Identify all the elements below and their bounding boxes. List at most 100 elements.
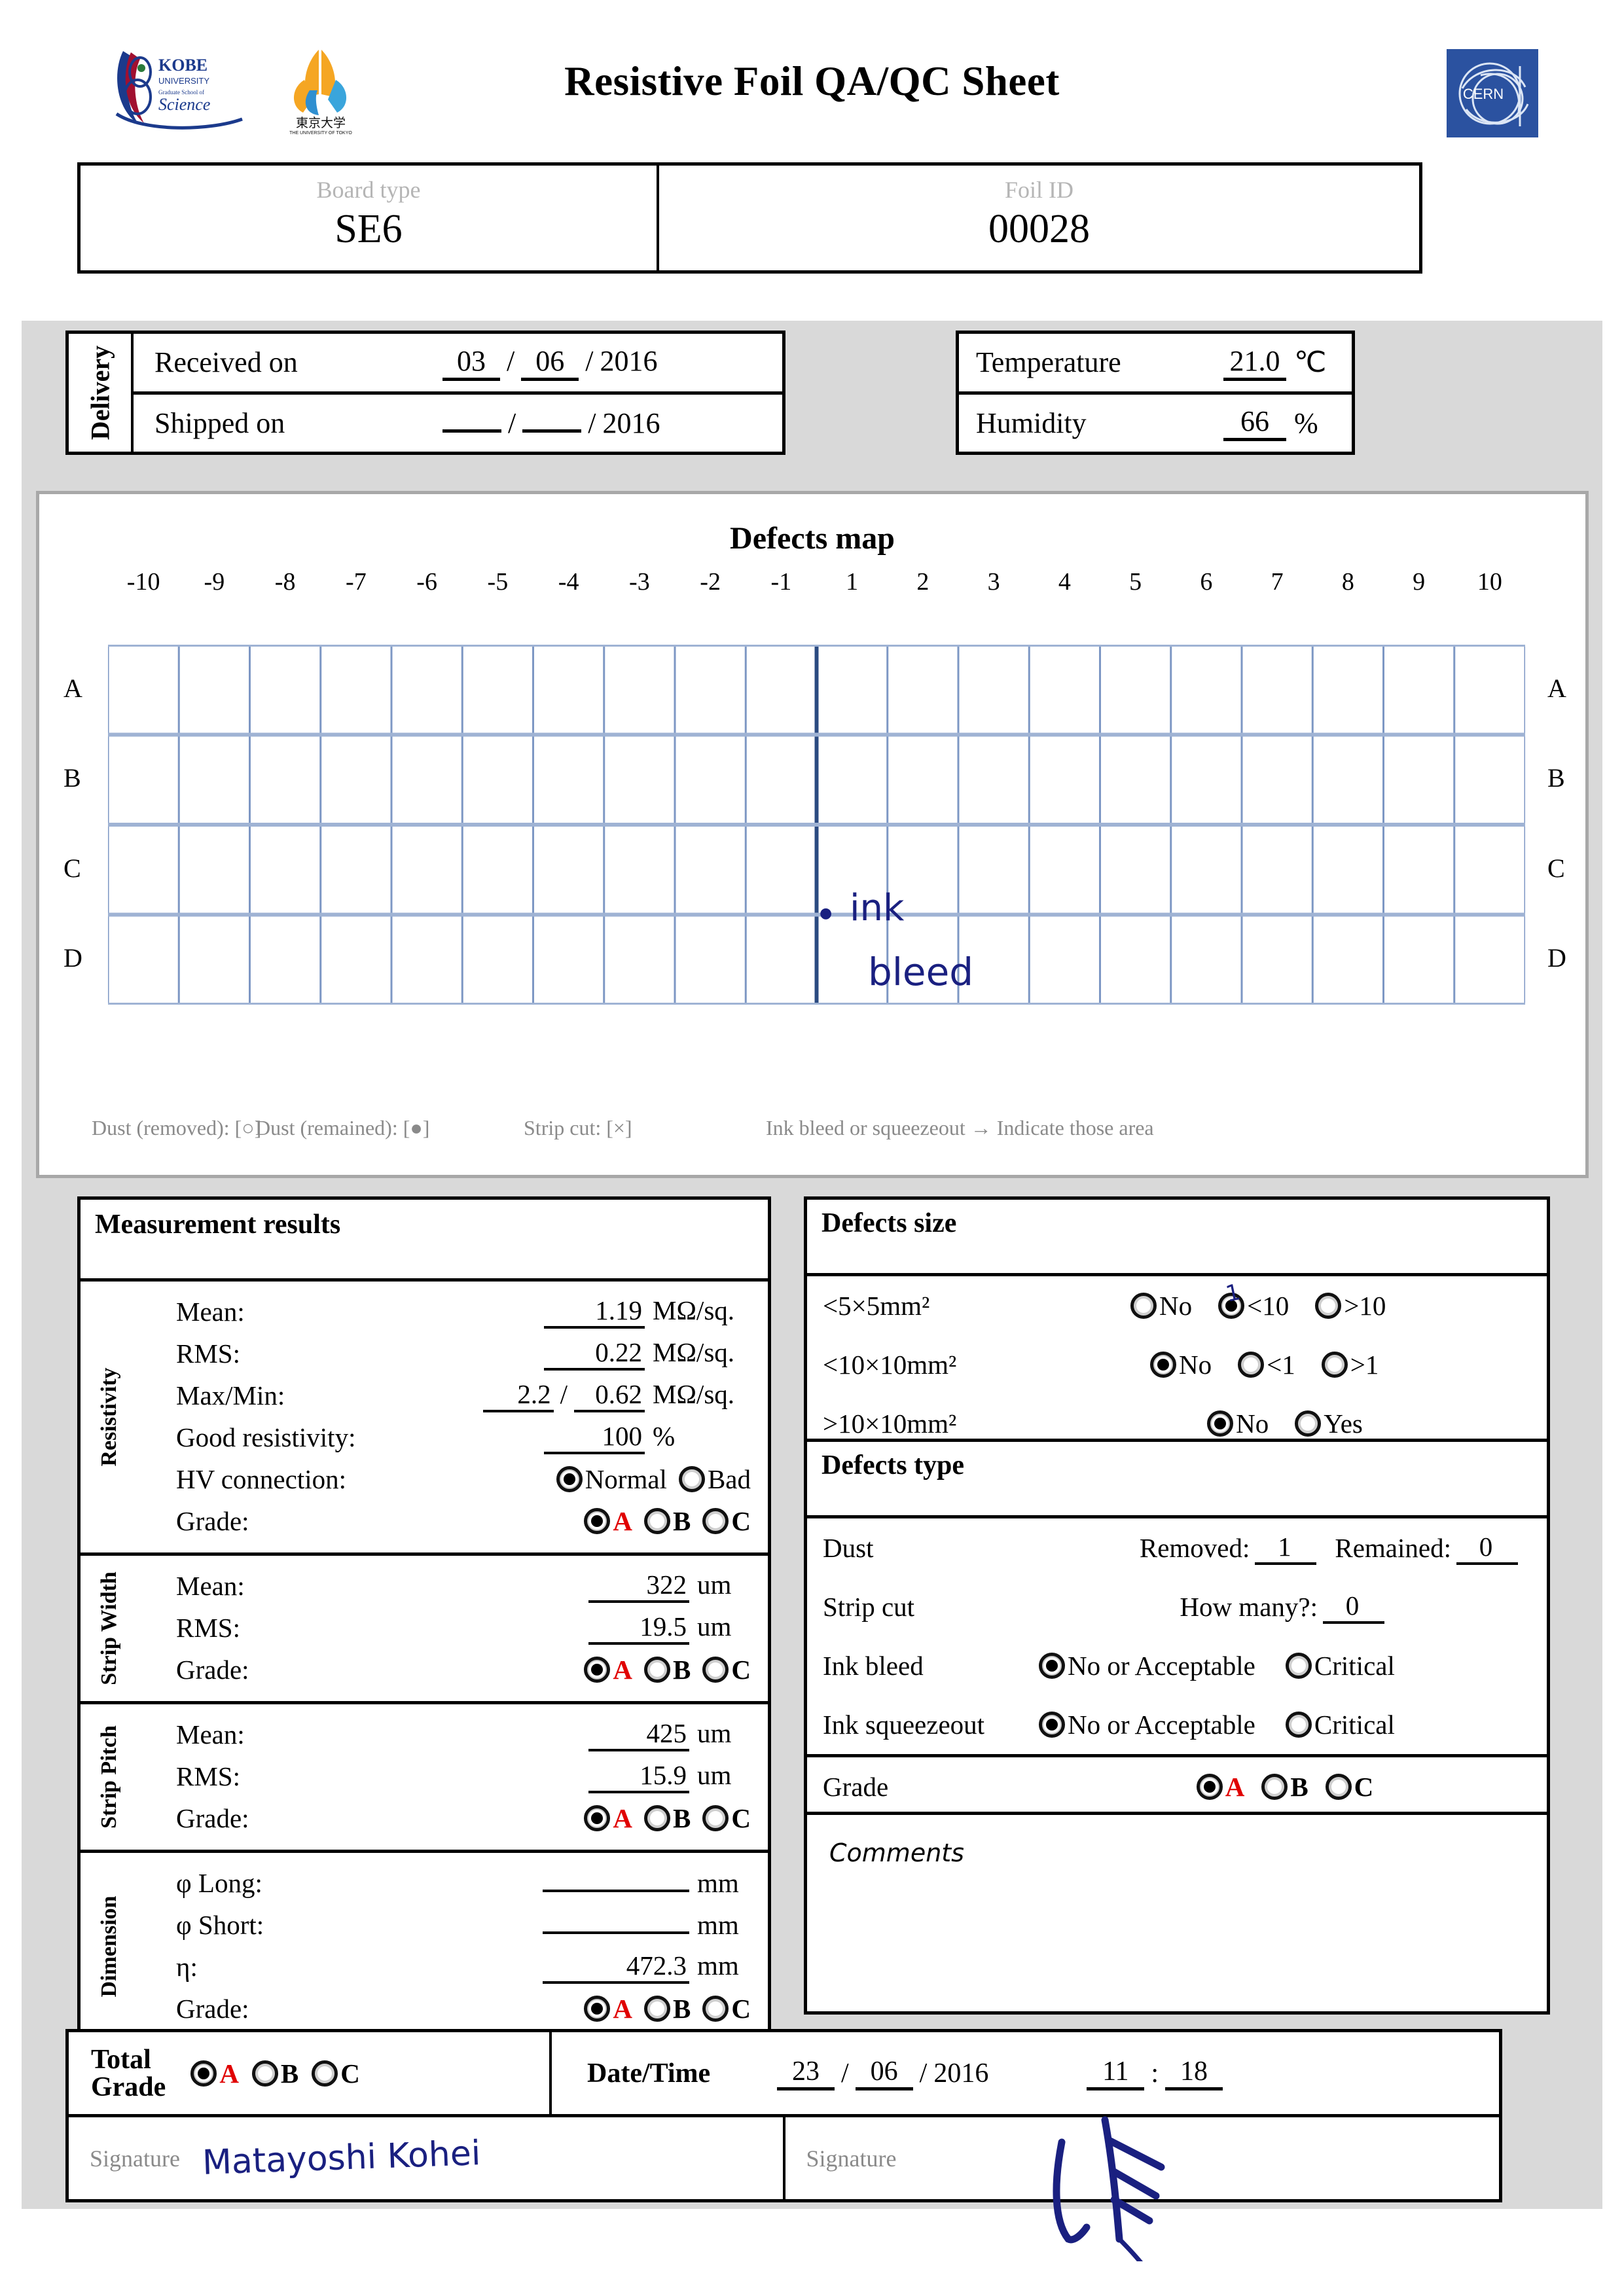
- strip-width-grade-options[interactable]: A B C: [400, 1654, 751, 1685]
- radio-icon[interactable]: [1238, 1352, 1265, 1378]
- radio-icon[interactable]: [702, 1508, 729, 1534]
- dust-remained-value[interactable]: 0: [1456, 1531, 1518, 1565]
- temperature-value[interactable]: 21.0: [1223, 344, 1286, 381]
- radio-option-bad[interactable]: Bad: [678, 1463, 751, 1495]
- footer-date-month[interactable]: 06: [855, 2056, 913, 2090]
- radio-icon[interactable]: [1207, 1410, 1234, 1437]
- radio-option-no[interactable]: No: [1150, 1349, 1212, 1380]
- footer-time-hour[interactable]: 11: [1087, 2056, 1145, 2090]
- radio-icon[interactable]: [1295, 1410, 1322, 1437]
- radio-icon[interactable]: [556, 1466, 583, 1492]
- radio-option-c[interactable]: C: [1325, 1771, 1373, 1803]
- resistivity-mean-value[interactable]: 1.19: [544, 1295, 645, 1329]
- radio-icon[interactable]: [584, 1508, 611, 1534]
- dimension-eta-value[interactable]: 472.3: [543, 1950, 689, 1984]
- radio-option-c[interactable]: C: [702, 1654, 751, 1685]
- hv-connection-options[interactable]: Normal Bad: [400, 1463, 751, 1495]
- shipped-month-field[interactable]: [522, 429, 582, 433]
- radio-icon[interactable]: [1130, 1293, 1157, 1319]
- radio-icon[interactable]: [584, 1996, 611, 2022]
- resistivity-max-value[interactable]: 2.2: [482, 1378, 554, 1412]
- radio-icon[interactable]: [1196, 1774, 1223, 1800]
- strip-pitch-rms-value[interactable]: 15.9: [588, 1759, 689, 1793]
- radio-icon[interactable]: [251, 2060, 278, 2087]
- dimension-short-value[interactable]: [543, 1931, 689, 1934]
- received-day-field[interactable]: 03: [442, 344, 500, 381]
- strip-width-mean-value[interactable]: 322: [588, 1569, 689, 1603]
- radio-icon[interactable]: [1261, 1774, 1288, 1800]
- dimension-long-value[interactable]: [543, 1890, 689, 1892]
- resistivity-grade-options[interactable]: A B C: [400, 1505, 751, 1537]
- radio-icon[interactable]: [1321, 1352, 1348, 1378]
- radio-option-c[interactable]: C: [702, 1803, 751, 1834]
- strip-width-rms-value[interactable]: 19.5: [588, 1611, 689, 1645]
- radio-icon[interactable]: [1325, 1774, 1352, 1800]
- radio-icon[interactable]: [1039, 1712, 1065, 1738]
- dimension-grade-options[interactable]: A B C: [400, 1993, 751, 2024]
- comments-box[interactable]: Comments: [804, 1812, 1550, 2015]
- strip-pitch-mean-value[interactable]: 425: [588, 1717, 689, 1751]
- ink-bleed-options[interactable]: No or Acceptable Critical: [1039, 1650, 1531, 1681]
- radio-option-b[interactable]: B: [1261, 1771, 1308, 1803]
- strip-pitch-grade-options[interactable]: A B C: [400, 1803, 751, 1834]
- radio-option-c[interactable]: C: [702, 1993, 751, 2024]
- radio-icon[interactable]: [702, 1996, 729, 2022]
- radio-icon[interactable]: [1039, 1653, 1065, 1679]
- radio-option-no[interactable]: No: [1130, 1290, 1192, 1321]
- footer-date-day[interactable]: 23: [777, 2056, 835, 2090]
- resistivity-rms-value[interactable]: 0.22: [544, 1336, 645, 1371]
- defects-size-row-options[interactable]: No <1 >1: [1039, 1349, 1531, 1380]
- radio-option--10[interactable]: >10: [1315, 1290, 1386, 1321]
- radio-option-no-or-acceptable[interactable]: No or Acceptable: [1039, 1650, 1255, 1681]
- received-month-field[interactable]: 06: [521, 344, 579, 381]
- strip-cut-value[interactable]: 0: [1323, 1590, 1384, 1624]
- radio-icon[interactable]: [644, 1805, 671, 1831]
- shipped-day-field[interactable]: [442, 429, 501, 433]
- radio-option-c[interactable]: C: [702, 1505, 751, 1537]
- dust-removed-value[interactable]: 1: [1255, 1531, 1317, 1565]
- radio-option-no-or-acceptable[interactable]: No or Acceptable: [1039, 1709, 1255, 1740]
- radio-option-critical[interactable]: Critical: [1285, 1709, 1395, 1740]
- radio-icon[interactable]: [190, 2060, 217, 2087]
- total-grade-options[interactable]: A B C: [190, 2058, 360, 2089]
- radio-option--1[interactable]: <1: [1238, 1349, 1295, 1380]
- signature-cell-2[interactable]: Signature: [782, 2116, 1500, 2261]
- radio-icon[interactable]: [702, 1805, 729, 1831]
- radio-option-c[interactable]: C: [312, 2058, 360, 2089]
- defects-map-grid[interactable]: [108, 645, 1525, 1005]
- radio-option-a[interactable]: A: [1196, 1771, 1244, 1803]
- radio-option-critical[interactable]: Critical: [1285, 1650, 1395, 1681]
- resistivity-min-value[interactable]: 0.62: [574, 1378, 645, 1412]
- radio-option--1[interactable]: >1: [1321, 1349, 1379, 1380]
- radio-option-a[interactable]: A: [584, 1654, 632, 1685]
- radio-option-no[interactable]: No: [1207, 1408, 1269, 1439]
- defects-size-row-options[interactable]: No <10 >10: [1039, 1290, 1531, 1321]
- radio-icon[interactable]: [1315, 1293, 1342, 1319]
- radio-option-a[interactable]: A: [190, 2058, 239, 2089]
- radio-icon[interactable]: [678, 1466, 705, 1492]
- defects-type-grade-options[interactable]: A B C: [1039, 1771, 1531, 1803]
- radio-icon[interactable]: [1285, 1712, 1312, 1738]
- defects-size-row-options[interactable]: No Yes: [1039, 1408, 1531, 1439]
- radio-option-b[interactable]: B: [644, 1803, 691, 1834]
- radio-icon[interactable]: [1285, 1653, 1312, 1679]
- radio-option-a[interactable]: A: [584, 1803, 632, 1834]
- ink-squeezeout-options[interactable]: No or Acceptable Critical: [1039, 1709, 1531, 1740]
- good-resistivity-value[interactable]: 100: [544, 1420, 645, 1454]
- radio-icon[interactable]: [584, 1657, 611, 1683]
- radio-icon[interactable]: [312, 2060, 338, 2087]
- radio-option-b[interactable]: B: [644, 1993, 691, 2024]
- radio-option-a[interactable]: A: [584, 1505, 632, 1537]
- radio-icon[interactable]: [1150, 1352, 1176, 1378]
- radio-icon[interactable]: [644, 1657, 671, 1683]
- radio-option-b[interactable]: B: [251, 2058, 298, 2089]
- signature-cell-1[interactable]: Signature Matayoshi Kohei: [69, 2117, 783, 2199]
- radio-option-a[interactable]: A: [584, 1993, 632, 2024]
- radio-option-b[interactable]: B: [644, 1505, 691, 1537]
- radio-icon[interactable]: [644, 1996, 671, 2022]
- radio-icon[interactable]: [702, 1657, 729, 1683]
- radio-icon[interactable]: [644, 1508, 671, 1534]
- radio-icon[interactable]: [584, 1805, 611, 1831]
- radio-option-normal[interactable]: Normal: [556, 1463, 667, 1495]
- radio-option-b[interactable]: B: [644, 1654, 691, 1685]
